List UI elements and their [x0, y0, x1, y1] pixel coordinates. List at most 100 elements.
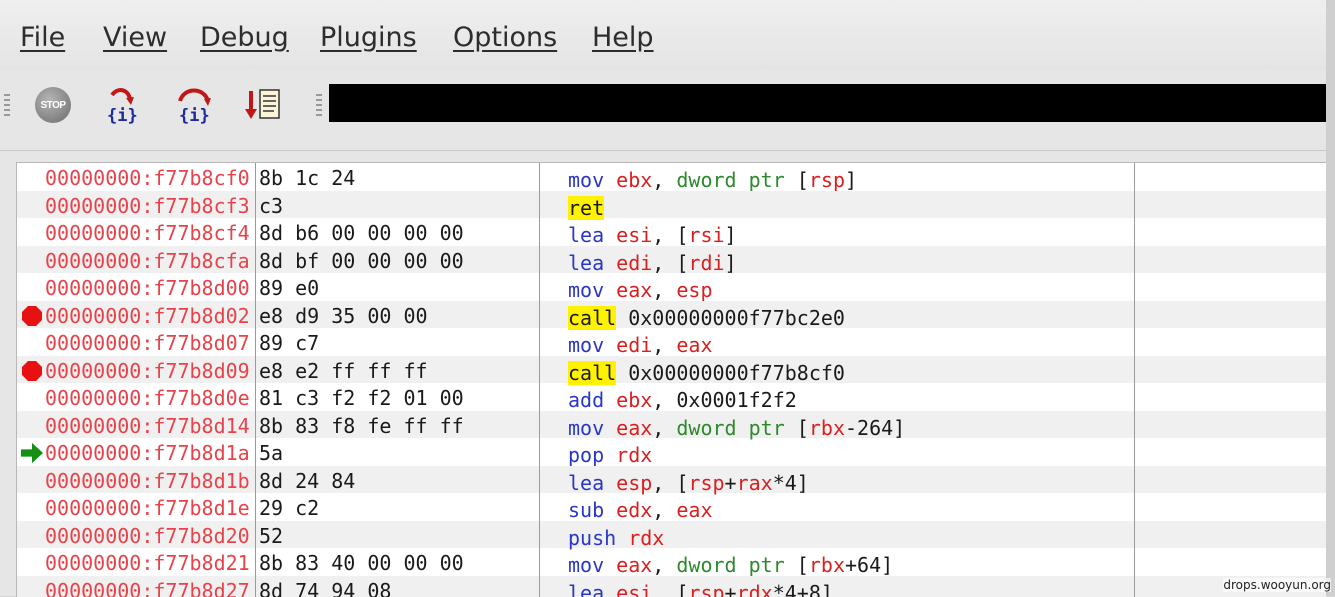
address: 00000000:f77b8cf3	[45, 194, 250, 218]
menu-view[interactable]: View	[103, 22, 167, 53]
menu-options[interactable]: Options	[453, 22, 557, 53]
disassembly-row[interactable]: 00000000:f77b8d0e81 c3 f2 f2 01 00add eb…	[17, 383, 1327, 411]
instruction: mov eax, esp	[568, 278, 713, 302]
register: edi	[616, 333, 652, 357]
mnemonic: lea	[568, 471, 604, 495]
register: esp	[676, 278, 712, 302]
run-until-return-icon	[244, 85, 284, 125]
disassembly-row[interactable]: 00000000:f77b8d148b 83 f8 fe ff ffmov ea…	[17, 411, 1327, 439]
stop-button[interactable]: STOP	[32, 84, 74, 126]
breakpoint-icon	[21, 305, 43, 327]
operand: , [	[652, 581, 688, 597]
operand: ,	[652, 333, 676, 357]
debugger-window: File View Debug Plugins Options Help STO…	[0, 0, 1327, 596]
disassembly-row[interactable]: 00000000:f77b8cfa8d bf 00 00 00 00lea ed…	[17, 246, 1327, 274]
address: 00000000:f77b8d1a	[45, 441, 250, 465]
operand: -264]	[845, 416, 905, 440]
disassembly-row[interactable]: 00000000:f77b8cf3 c3 ret	[17, 191, 1327, 219]
register: eax	[676, 498, 712, 522]
toolbar-grip-2[interactable]	[316, 94, 322, 118]
disassembly-row[interactable]: 00000000:f77b8d0089 e0mov eax, esp	[17, 273, 1327, 301]
register: rdx	[616, 443, 652, 467]
disassembly-row[interactable]: 00000000:f77b8d1a 5a pop rdx	[17, 438, 1327, 466]
size-keyword: dword ptr	[676, 553, 784, 577]
window-edge	[1326, 0, 1335, 596]
operand: ,	[652, 553, 676, 577]
instruction: call 0x00000000f77b8cf0	[568, 361, 845, 385]
svg-text:{i}: {i}	[107, 106, 138, 125]
disassembly-view[interactable]: 00000000:f77b8cf08b 1c 24mov ebx, dword …	[16, 162, 1327, 597]
operand: 0x00000000f77bc2e0	[628, 306, 845, 330]
mnemonic: mov	[568, 416, 604, 440]
menu-plugins[interactable]: Plugins	[320, 22, 417, 53]
column-divider-bytes[interactable]	[255, 163, 256, 597]
disassembly-row[interactable]: 00000000:f77b8d0789 c7mov edi, eax	[17, 328, 1327, 356]
register: rdi	[688, 251, 724, 275]
operand: [	[785, 553, 809, 577]
address: 00000000:f77b8d20	[45, 524, 250, 548]
mnemonic: push	[568, 526, 616, 550]
toolbar-grip[interactable]	[4, 94, 10, 118]
register: rdx	[628, 526, 664, 550]
opcode-bytes: c3	[259, 194, 283, 218]
register: esi	[616, 223, 652, 247]
disassembly-row[interactable]: 00000000:f77b8cf48d b6 00 00 00 00lea es…	[17, 218, 1327, 246]
disassembly-row[interactable]: 00000000:f77b8d1b8d 24 84lea esp, [rsp+r…	[17, 466, 1327, 494]
address: 00000000:f77b8d14	[45, 414, 250, 438]
opcode-bytes: 52	[259, 524, 283, 548]
register: esi	[616, 581, 652, 597]
size-keyword: dword ptr	[676, 416, 784, 440]
menu-debug[interactable]: Debug	[200, 22, 289, 53]
disassembly-row[interactable]: 00000000:f77b8d02e8 d9 35 00 00call 0x00…	[17, 301, 1327, 329]
stop-icon: STOP	[35, 87, 71, 123]
menu-help[interactable]: Help	[592, 22, 654, 53]
mnemonic: pop	[568, 443, 604, 467]
register: edi	[616, 251, 652, 275]
operand: *4]	[773, 471, 809, 495]
watermark: drops.wooyun.org	[1223, 578, 1331, 592]
disassembly-row[interactable]: 00000000:f77b8cf08b 1c 24mov ebx, dword …	[17, 163, 1327, 191]
address: 00000000:f77b8d07	[45, 331, 250, 355]
mnemonic: ret	[568, 196, 604, 220]
separator	[0, 150, 1326, 151]
operand: ]	[725, 223, 737, 247]
instruction: ret	[568, 196, 604, 220]
disassembly-row[interactable]: 00000000:f77b8d278d 74 94 08lea esi, [rs…	[17, 576, 1327, 597]
register: rdx	[737, 581, 773, 597]
step-into-button[interactable]: {i}	[101, 84, 143, 126]
register: esp	[616, 471, 652, 495]
address: 00000000:f77b8d1e	[45, 496, 250, 520]
column-divider-comment[interactable]	[1134, 163, 1135, 597]
opcode-bytes: 8d 24 84	[259, 469, 355, 493]
disassembly-row[interactable]: 00000000:f77b8d1e29 c2sub edx, eax	[17, 493, 1327, 521]
operand: ]	[725, 251, 737, 275]
address: 00000000:f77b8d00	[45, 276, 250, 300]
mnemonic: add	[568, 388, 604, 412]
disassembly-row[interactable]: 00000000:f77b8d09e8 e2 ff ff ffcall 0x00…	[17, 356, 1327, 384]
opcode-bytes: 5a	[259, 441, 283, 465]
opcode-bytes: 8d b6 00 00 00 00	[259, 221, 464, 245]
command-input[interactable]	[329, 84, 1326, 122]
column-divider-instruction[interactable]	[539, 163, 540, 597]
mnemonic: mov	[568, 333, 604, 357]
opcode-bytes: e8 e2 ff ff ff	[259, 359, 428, 383]
step-over-button[interactable]: {i}	[173, 84, 215, 126]
instruction: call 0x00000000f77bc2e0	[568, 306, 845, 330]
disassembly-row[interactable]: 00000000:f77b8d20 52 push rdx	[17, 521, 1327, 549]
run-until-return-button[interactable]	[243, 84, 285, 126]
operand: *4+8]	[773, 581, 833, 597]
operand: , 0x0001f2f2	[652, 388, 797, 412]
mnemonic: lea	[568, 223, 604, 247]
operand: , [	[652, 223, 688, 247]
instruction: mov eax, dword ptr [rbx+64]	[568, 553, 893, 577]
disassembly-row[interactable]: 00000000:f77b8d218b 83 40 00 00 00mov ea…	[17, 548, 1327, 576]
current-instruction-arrow-icon	[21, 442, 43, 464]
register: eax	[616, 553, 652, 577]
mnemonic: sub	[568, 498, 604, 522]
register: ebx	[616, 388, 652, 412]
address: 00000000:f77b8d27	[45, 579, 250, 597]
instruction: push rdx	[568, 526, 664, 550]
address: 00000000:f77b8d0e	[45, 386, 250, 410]
menu-file[interactable]: File	[20, 22, 65, 53]
opcode-bytes: 8d 74 94 08	[259, 579, 391, 597]
